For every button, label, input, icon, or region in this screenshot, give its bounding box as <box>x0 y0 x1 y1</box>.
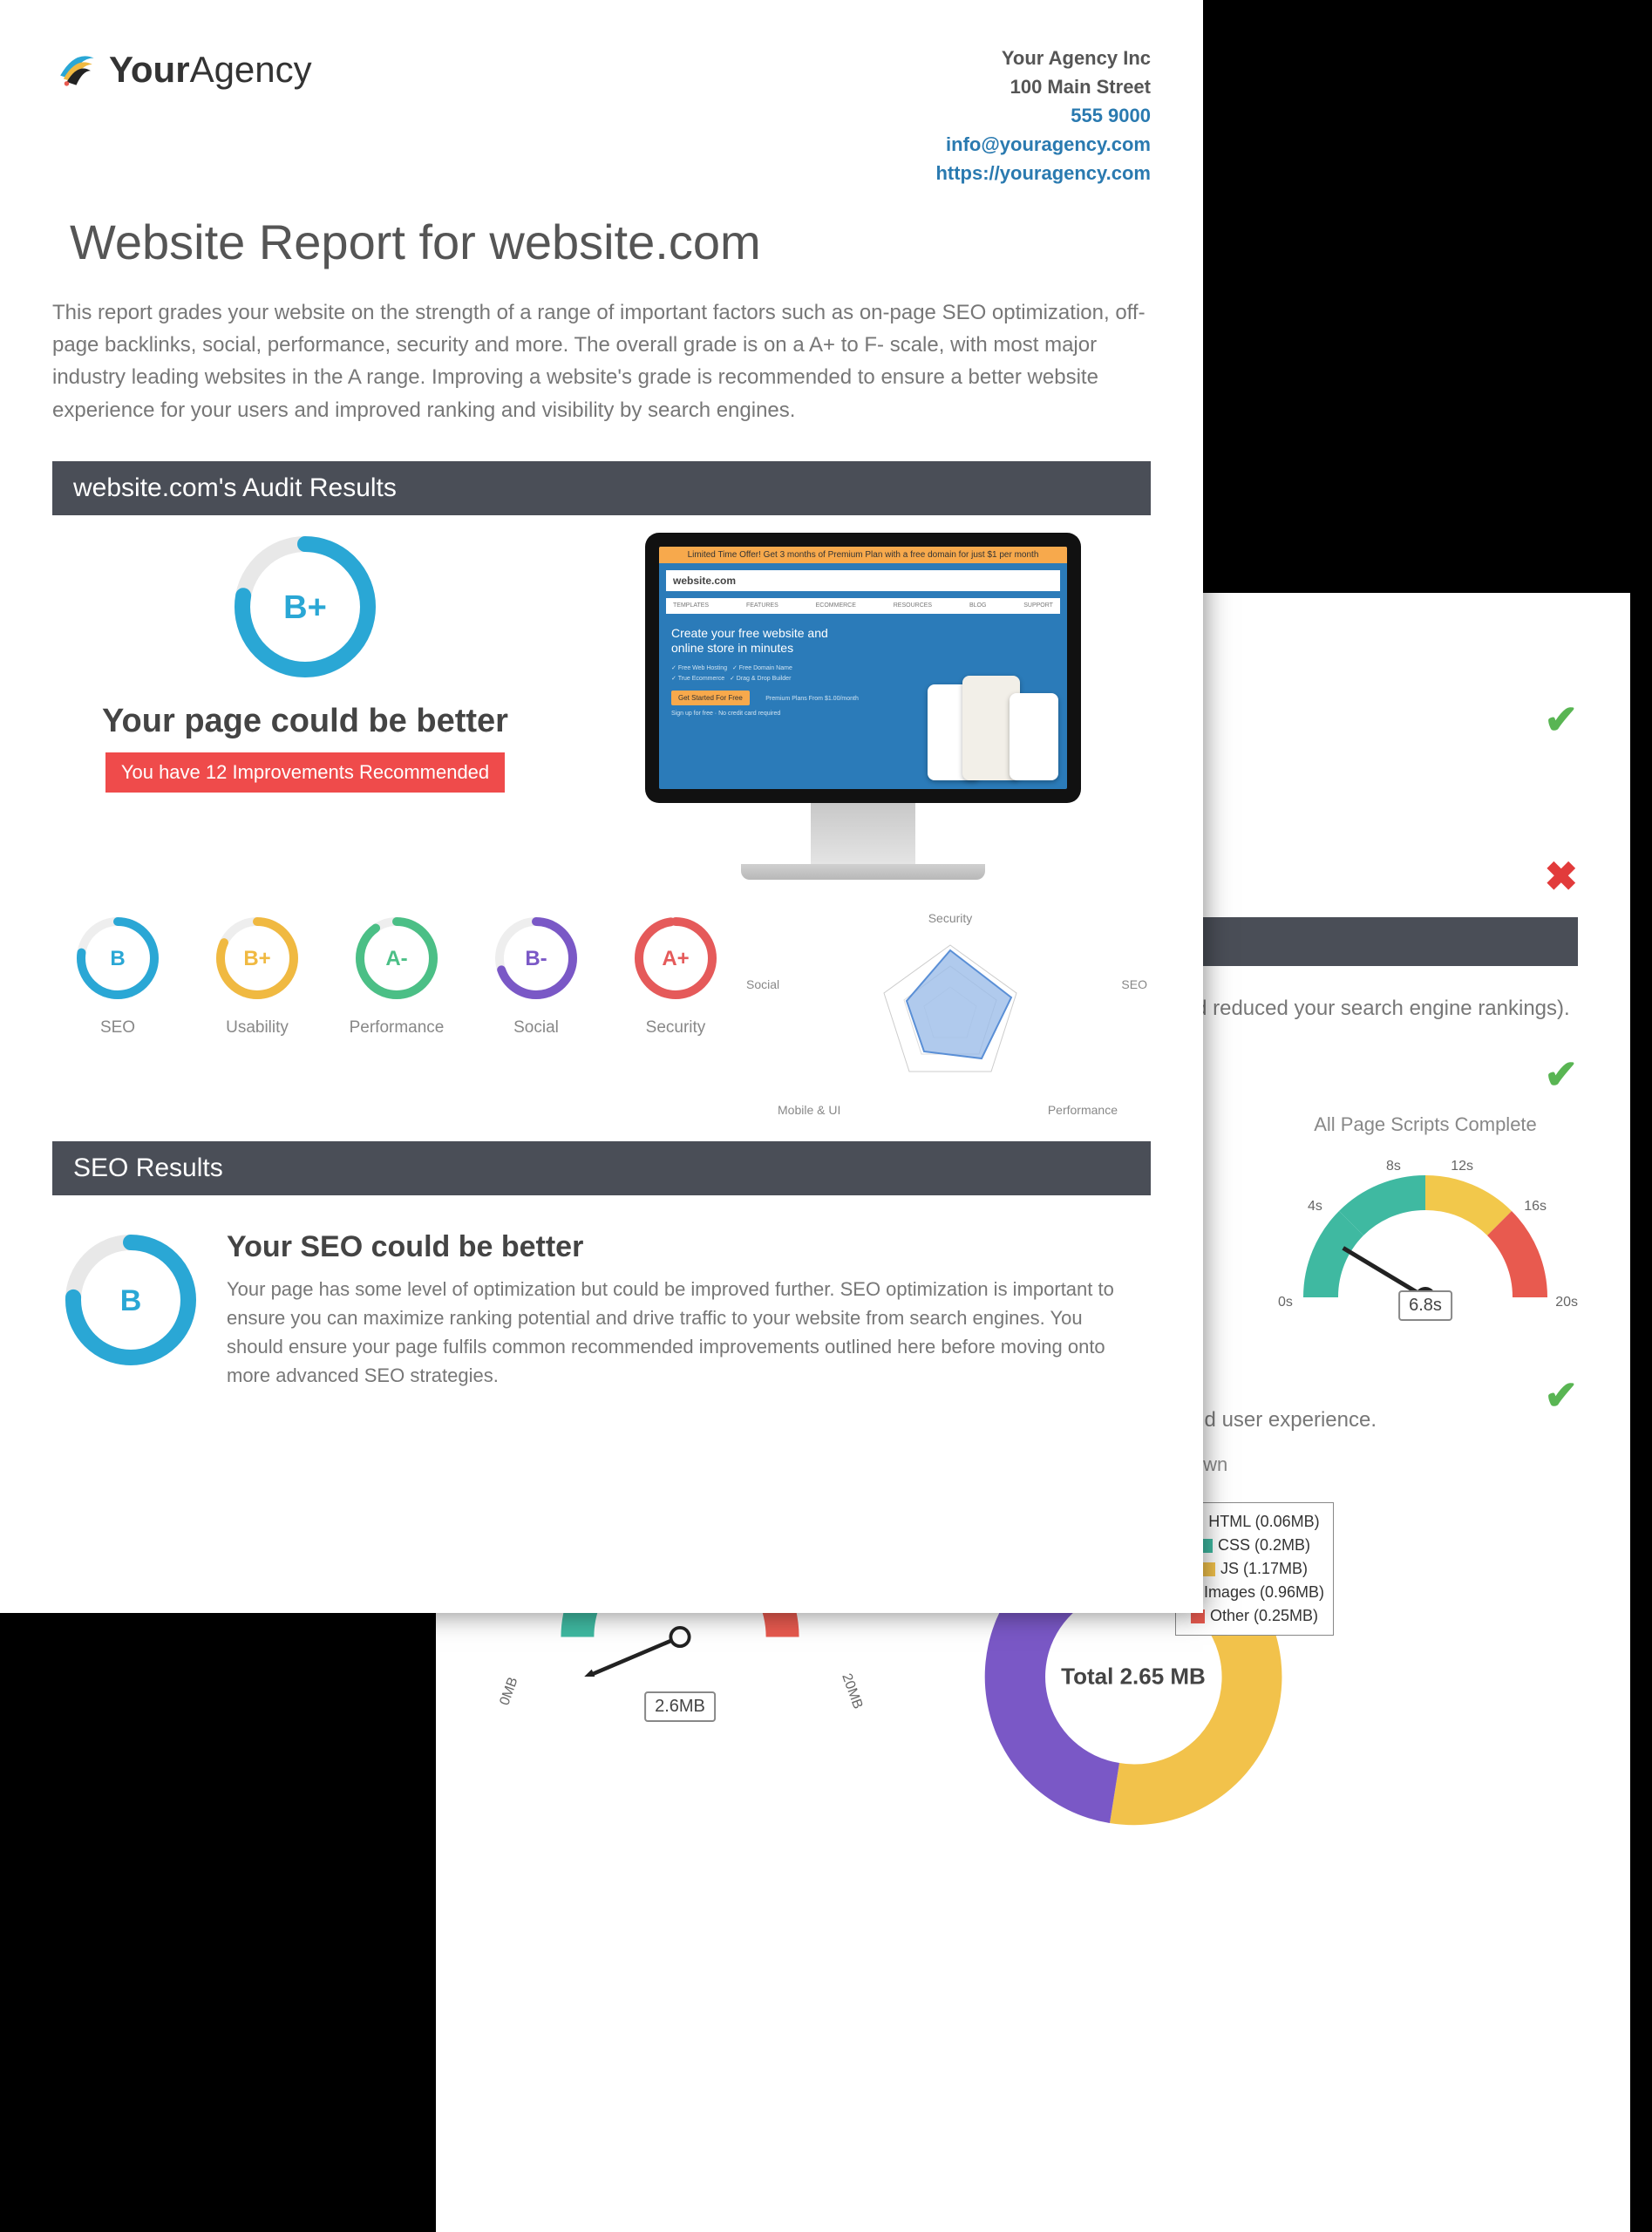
agency-address: 100 Main Street <box>935 72 1151 101</box>
grade-social: B- Social <box>479 915 593 1038</box>
donut-center-label: Total 2.65 MB <box>1061 1664 1206 1691</box>
seo-body-text: Your page has some level of optimization… <box>227 1275 1142 1390</box>
section-audit-results: website.com's Audit Results <box>52 461 1151 515</box>
overall-headline: Your page could be better <box>61 703 549 740</box>
svg-text:B: B <box>110 947 125 970</box>
improvements-badge: You have 12 Improvements Recommended <box>105 752 505 793</box>
check-icon: ✔ <box>1544 1371 1578 1419</box>
gauge-title: All Page Scripts Complete <box>1273 1113 1578 1136</box>
agency-email[interactable]: info@youragency.com <box>935 130 1151 159</box>
report-page-front: YourAgency Your Agency Inc 100 Main Stre… <box>0 0 1203 1613</box>
grade-seo: B SEO <box>61 915 174 1038</box>
website-preview-monitor: Limited Time Offer! Get 3 months of Prem… <box>645 533 1081 880</box>
svg-text:B+: B+ <box>243 947 270 970</box>
svg-text:A-: A- <box>385 947 407 970</box>
agency-contact: Your Agency Inc 100 Main Street 555 9000… <box>935 44 1151 187</box>
svg-text:A+: A+ <box>662 947 689 970</box>
grade-security: A+ Security <box>619 915 732 1038</box>
grade-performance: A- Performance <box>340 915 453 1038</box>
agency-name: Your Agency Inc <box>935 44 1151 72</box>
report-title: Website Report for website.com <box>70 214 1151 270</box>
logo-icon <box>52 44 100 96</box>
agency-website[interactable]: https://youragency.com <box>935 159 1151 187</box>
seo-grade-ring: B <box>61 1230 201 1390</box>
svg-text:B-: B- <box>525 947 547 970</box>
grade-usability: B+ Usability <box>201 915 314 1038</box>
logo-text: YourAgency <box>109 49 312 91</box>
gauge-value: 2.6MB <box>644 1691 716 1722</box>
gauge-value: 6.8s <box>1398 1290 1452 1321</box>
svg-text:B+: B+ <box>283 589 327 626</box>
seo-headline: Your SEO could be better <box>227 1230 1142 1264</box>
agency-phone[interactable]: 555 9000 <box>935 101 1151 130</box>
check-icon: ✔ <box>1544 1051 1578 1098</box>
overall-grade-ring: B+ <box>61 533 549 685</box>
cross-icon: ✖ <box>1544 853 1578 900</box>
check-icon: ✔ <box>1544 696 1578 743</box>
report-intro: This report grades your website on the s… <box>52 296 1151 426</box>
agency-logo: YourAgency <box>52 44 312 96</box>
svg-text:B: B <box>120 1284 142 1317</box>
gauge-scripts-complete: 0s 4s 8s 12s 16s 20s 6.8s <box>1273 1145 1578 1337</box>
section-seo-results: SEO Results <box>52 1141 1151 1195</box>
radar-chart: Security SEO Performance Mobile & UI Soc… <box>758 915 1142 1115</box>
